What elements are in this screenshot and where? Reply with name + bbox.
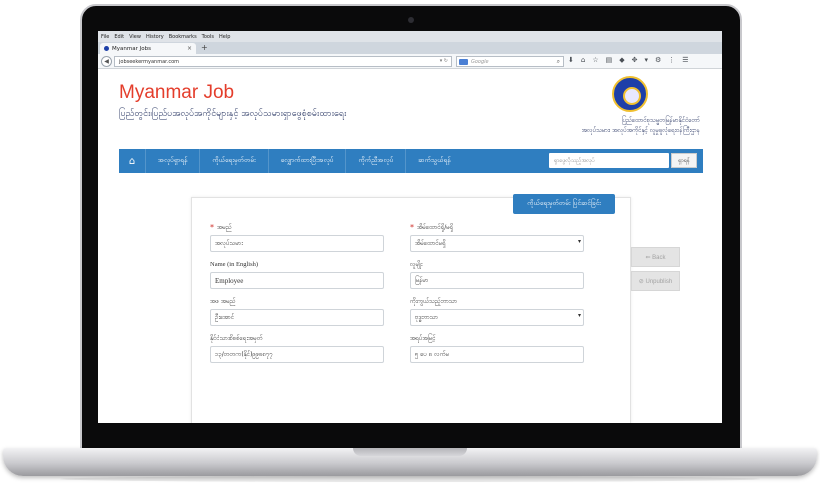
form-title-badge: ကိုယ်ရေးမှတ်တမ်း ပြင်ဆင်ခြင်း	[513, 194, 615, 214]
field-label: * အမည်	[210, 222, 232, 232]
field-label: လူမျိုး	[410, 260, 423, 268]
nav-find-job[interactable]: အလုပ်ရှာရန်	[145, 149, 199, 173]
job-search-button[interactable]: ရှာရန်	[671, 153, 697, 168]
menu-bookmarks[interactable]: Bookmarks	[169, 34, 197, 40]
search-icon[interactable]: ⌕	[557, 58, 560, 66]
job-search-input[interactable]: ရှာဖွေလိုသည့်အလုပ်	[549, 153, 669, 168]
search-engine-icon	[459, 59, 468, 65]
nrc-input[interactable]: ၁၃/တတက(နိုင်)၉၉၈၈၇၇	[210, 346, 384, 363]
puzzle-icon[interactable]: ▾	[645, 56, 649, 64]
home-browser-icon[interactable]: ⌂	[581, 56, 585, 64]
field-height: အရပ်အမြင့် ၅ ပေ ၈ လက်မ	[410, 333, 584, 363]
field-father-name: အဖ အမည် ဦးအောင်	[210, 296, 384, 326]
reload-icon[interactable]: ▾ ↻	[440, 58, 448, 64]
site-tagline: ပြည်တွင်း၊ပြည်ပအလုပ်အကိုင်များနှင့် အလုပ…	[119, 109, 347, 119]
browser-tab[interactable]: Myanmar Jobs ×	[100, 43, 196, 54]
org-name-line2: အလုပ်သမား၊ အလုပ်အကိုင်နှင့် လူမှုဖူလုံရေ…	[581, 127, 700, 134]
overflow-icon[interactable]: ⋮	[668, 56, 675, 64]
bookmark-star-icon[interactable]: ☆	[592, 56, 598, 64]
org-name-line1: ပြည်ထောင်စုသမ္မတမြန်မာနိုင်ငံတော်	[621, 117, 700, 124]
field-label: အဖ အမည်	[210, 297, 236, 305]
hamburger-menu-icon[interactable]: ☰	[682, 56, 688, 64]
menu-tools[interactable]: Tools	[202, 34, 214, 40]
ethnicity-input[interactable]: မြန်မာ	[410, 272, 584, 289]
screenshot: File Edit View History Bookmarks Tools H…	[0, 0, 820, 487]
browser-search-placeholder: Google	[471, 58, 489, 65]
browser-back-button[interactable]: ◀	[101, 56, 112, 67]
tab-title: Myanmar Jobs	[112, 45, 151, 52]
field-nrc: နိုင်ငံသားစိစစ်ရေးအမှတ် ၁၃/တတက(နိုင်)၉၉၈…	[210, 333, 384, 363]
browser-toolbar-icons: ⬇ ⌂ ☆ ▤ ◆ ✥ ▾ ⚙ ⋮ ☰	[568, 56, 689, 64]
laptop-shadow	[60, 476, 760, 482]
menu-help[interactable]: Help	[219, 34, 230, 40]
menu-file[interactable]: File	[101, 34, 109, 40]
name-input[interactable]: အလုပ်သမား	[210, 235, 384, 252]
father-name-input[interactable]: ဦးအောင်	[210, 309, 384, 326]
field-label: * အိမ်ထောင်ရှိ/မရှိ	[410, 222, 454, 232]
chevron-down-icon: ▾	[577, 312, 581, 319]
unpublish-button[interactable]: ⊘ Unpublish	[631, 271, 680, 291]
field-name-english: Name (in English) Employee	[210, 259, 384, 289]
url-text: jobseekermyanmar.com	[119, 58, 180, 65]
web-page: Myanmar Job ပြည်တွင်း၊ပြည်ပအလုပ်အကိုင်မျ…	[98, 69, 722, 423]
menu-view[interactable]: View	[129, 34, 141, 40]
browser-toolbar: ◀ jobseekermyanmar.com ▾ ↻ Google ⌕ ⬇ ⌂ …	[98, 54, 722, 69]
field-label: Name (in English)	[210, 260, 259, 268]
field-label: နိုင်ငံသားစိစစ်ရေးအမှတ်	[210, 334, 263, 342]
address-bar[interactable]: jobseekermyanmar.com ▾ ↻	[114, 56, 452, 67]
religion-select[interactable]: ဗုဒ္ဓဘာသာ ▾	[410, 309, 584, 326]
site-brand[interactable]: Myanmar Job	[119, 82, 234, 104]
back-button[interactable]: ⇐ Back	[631, 247, 680, 267]
field-ethnicity: လူမျိုး မြန်မာ	[410, 259, 584, 289]
laptop-notch	[353, 448, 467, 456]
field-religion: ကိုးကွယ်သည့်ဘာသာ ဗုဒ္ဓဘာသာ ▾	[410, 296, 584, 326]
resume-form-card: * အမည် အလုပ်သမား * အိမ်ထောင်ရှိ/မရှိ အိမ်ထ…	[191, 197, 631, 423]
field-label: ကိုးကွယ်သည့်ဘာသာ	[410, 297, 458, 305]
chevron-down-icon: ▾	[577, 238, 581, 245]
arrow-left-icon: ◀	[104, 58, 109, 65]
download-icon[interactable]: ⬇	[568, 56, 574, 64]
required-mark: *	[410, 222, 414, 232]
home-icon[interactable]: ⌂	[119, 149, 145, 173]
new-tab-button[interactable]: +	[201, 43, 208, 53]
height-input[interactable]: ၅ ပေ ၈ လက်မ	[410, 346, 584, 363]
addon-icon[interactable]: ✥	[632, 56, 638, 64]
favicon-icon	[104, 46, 109, 51]
menu-history[interactable]: History	[146, 34, 164, 40]
webcam-icon	[408, 17, 414, 23]
required-mark: *	[210, 222, 214, 232]
main-nav: ⌂ အလုပ်ရှာရန် ကိုယ်ရေးမှတ်တမ်း လျှောက်ထာ…	[119, 149, 703, 173]
marital-status-select[interactable]: အိမ်ထောင်မရှိ ▾	[410, 235, 584, 252]
nav-applied-jobs[interactable]: လျှောက်ထားပြီးအလုပ်	[267, 149, 346, 173]
nav-contact[interactable]: ဆက်သွယ်ရန်	[405, 149, 462, 173]
laptop-base	[3, 448, 817, 476]
ministry-seal-icon	[612, 76, 648, 112]
nav-matched-jobs[interactable]: ကိုက်ညီအလုပ်	[345, 149, 405, 173]
clipboard-icon[interactable]: ▤	[606, 56, 613, 64]
browser-tabbar: Myanmar Jobs × +	[98, 42, 722, 54]
menu-edit[interactable]: Edit	[114, 34, 124, 40]
field-label: အရပ်အမြင့်	[410, 334, 436, 342]
laptop-screen: File Edit View History Bookmarks Tools H…	[98, 31, 722, 423]
sync-icon[interactable]: ⚙	[655, 56, 661, 64]
field-marital-status: * အိမ်ထောင်ရှိ/မရှိ အိမ်ထောင်မရှိ ▾	[410, 222, 584, 252]
name-english-input[interactable]: Employee	[210, 272, 384, 289]
browser-search-input[interactable]: Google ⌕	[456, 56, 564, 67]
shield-icon[interactable]: ◆	[619, 56, 624, 64]
nav-resume[interactable]: ကိုယ်ရေးမှတ်တမ်း	[199, 149, 267, 173]
browser-menubar: File Edit View History Bookmarks Tools H…	[98, 31, 722, 42]
field-name: * အမည် အလုပ်သမား	[210, 222, 384, 252]
tab-close-icon[interactable]: ×	[187, 45, 192, 52]
